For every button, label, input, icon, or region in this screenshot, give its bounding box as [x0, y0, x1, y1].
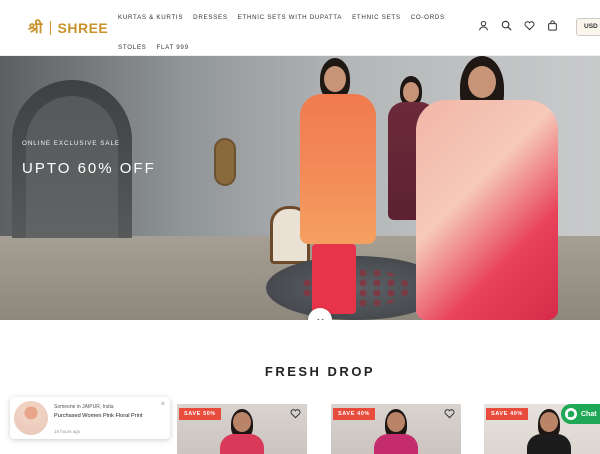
hero-eyebrow: ONLINE EXCLUSIVE SALE — [22, 140, 121, 147]
hero-banner[interactable]: ONLINE EXCLUSIVE SALE UPTO 60% OFF — [0, 56, 600, 320]
logo-divider — [49, 21, 51, 35]
wishlist-heart-icon[interactable] — [444, 408, 455, 419]
brand-logo[interactable]: श्री SHREE — [28, 18, 108, 38]
nav-item-flat-999[interactable]: FLAT 999 — [157, 44, 189, 51]
hero-headline: UPTO 60% OFF — [22, 160, 156, 177]
site-header: श्री SHREE KURTAS & KURTIS DRESSES ETHNI… — [0, 0, 600, 56]
chat-label: Chat — [581, 410, 597, 418]
nav-item-dresses[interactable]: DRESSES — [193, 14, 227, 21]
nav-item-kurtas-kurtis[interactable]: KURTAS & KURTIS — [118, 14, 183, 21]
product-model-outfit — [374, 434, 418, 454]
nav-item-ethnic-sets-with-dupatta[interactable]: ETHNIC SETS WITH DUPATTA — [238, 14, 342, 21]
wishlist-heart-icon[interactable] — [290, 408, 301, 419]
product-card[interactable]: SAVE 40% — [331, 404, 461, 454]
popup-timestamp: 19 hours ago — [54, 429, 81, 434]
model-pants — [312, 244, 356, 314]
recent-purchase-popup[interactable]: Someone in JAIPUR, India Purchased Women… — [10, 397, 170, 439]
discount-badge: SAVE 40% — [333, 408, 375, 420]
model-head — [468, 66, 496, 98]
nav-row-2: STOLES FLAT 999 — [118, 39, 458, 56]
search-icon[interactable] — [501, 20, 512, 31]
nav-item-stoles[interactable]: STOLES — [118, 44, 147, 51]
product-model-outfit — [527, 434, 571, 454]
user-icon[interactable] — [478, 20, 489, 31]
nav-item-co-ords[interactable]: CO-ORDS — [411, 14, 445, 21]
chevron-down-icon — [316, 318, 324, 320]
header-actions — [478, 20, 558, 31]
hero-wall-mirror — [214, 138, 236, 186]
nav-row-1: KURTAS & KURTIS DRESSES ETHNIC SETS WITH… — [118, 9, 458, 26]
product-model-outfit — [220, 434, 264, 454]
brand-mark: श्री — [28, 19, 43, 37]
main-nav: KURTAS & KURTIS DRESSES ETHNIC SETS WITH… — [118, 9, 458, 56]
discount-badge: SAVE 50% — [179, 408, 221, 420]
heart-icon[interactable] — [524, 20, 535, 31]
model-outfit — [416, 100, 558, 320]
model-outfit — [300, 94, 376, 244]
model-head — [403, 82, 419, 102]
whatsapp-chat-button[interactable]: Chat — [561, 404, 600, 424]
popup-product-name: Purchased Women Pink Floral Print — [54, 413, 143, 419]
product-card[interactable]: SAVE 50% — [177, 404, 307, 454]
model-head — [324, 66, 346, 92]
product-model-head — [387, 412, 405, 432]
discount-badge: SAVE 40% — [486, 408, 528, 420]
popup-buyer-location: Someone in JAIPUR, India — [54, 404, 114, 410]
nav-item-ethnic-sets[interactable]: ETHNIC SETS — [352, 14, 401, 21]
product-model-head — [233, 412, 251, 432]
currency-selector[interactable]: USD — [576, 18, 600, 36]
brand-name: SHREE — [57, 20, 109, 36]
popup-product-thumbnail — [14, 401, 48, 435]
product-model-head — [540, 412, 558, 432]
cart-icon[interactable] — [547, 20, 558, 31]
section-title-fresh-drop: FRESH DROP — [264, 364, 376, 379]
close-icon[interactable]: × — [161, 401, 165, 408]
whatsapp-icon — [565, 408, 577, 420]
